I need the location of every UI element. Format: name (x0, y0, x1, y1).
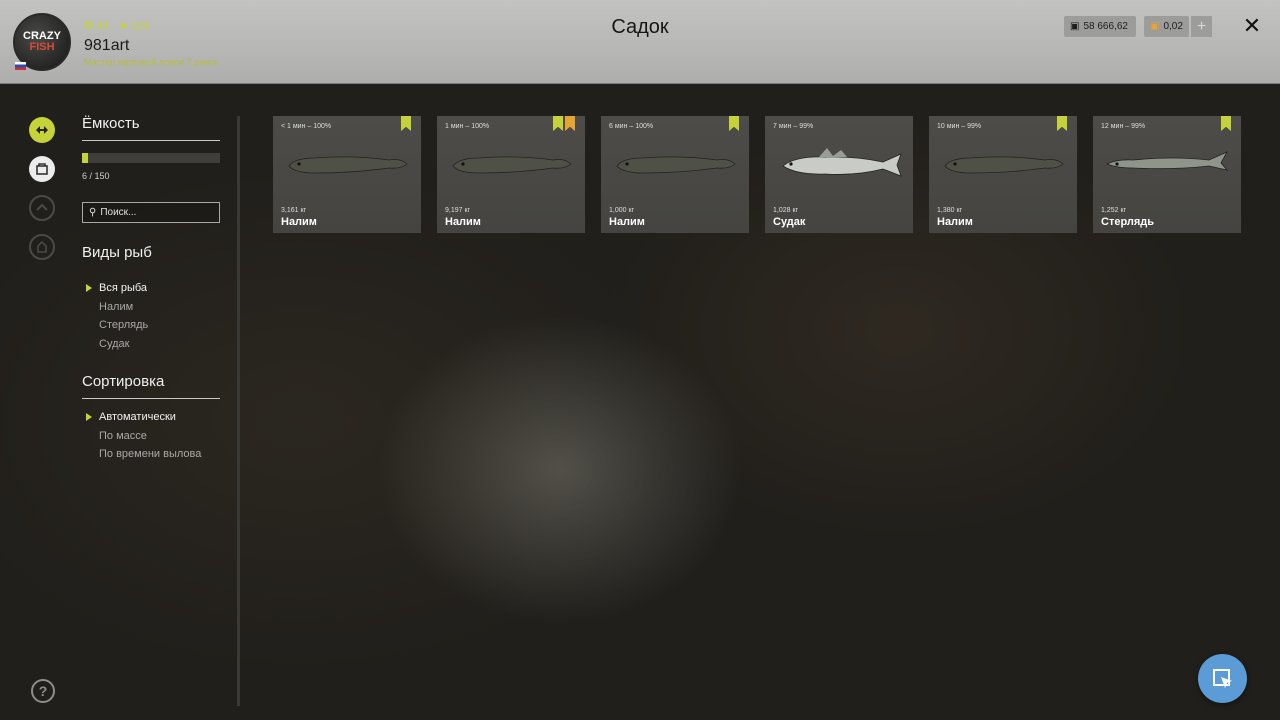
fish-weight: 3,161 кг (281, 207, 307, 214)
sort-divider (82, 398, 220, 399)
species-filter-label: Налим (99, 300, 134, 313)
sort-option-label: Автоматически (99, 411, 176, 423)
panel-divider (237, 116, 240, 706)
fish-name: Стерлядь (1101, 216, 1155, 228)
catch-time-freshness: 12 мин – 99% (1101, 123, 1146, 130)
burbot-image (944, 156, 1064, 174)
country-flag-icon (15, 62, 26, 70)
sort-option-label: По времени вылова (99, 448, 202, 461)
sterlet-image (1106, 151, 1229, 171)
catch-time-freshness: 10 мин – 99% (937, 123, 982, 130)
bookmark-icon[interactable] (553, 116, 563, 131)
fish-card[interactable]: < 1 мин – 100% 3,161 кг Налим (273, 116, 421, 233)
fish-weight: 9,197 кг (445, 207, 471, 214)
sort-heading: Сортировка (82, 373, 165, 390)
silver-coin-icon: ▣ (1070, 21, 1080, 32)
selected-arrow-icon (86, 413, 92, 421)
rank-icon[interactable] (29, 195, 55, 221)
close-button[interactable]: ✕ (1241, 14, 1263, 38)
logo-text-bottom: FISH (29, 41, 55, 53)
fish-name: Налим (609, 216, 645, 228)
add-currency-button[interactable]: + (1191, 16, 1212, 37)
top-bar: CRAZY FISH ✪ 49 ★ 124 981art Мастер карпов… (0, 0, 1280, 84)
species-filter-label: Стерлядь (99, 319, 149, 332)
search-input[interactable] (100, 207, 211, 218)
bookmark-icon[interactable] (1221, 116, 1231, 131)
species-filter-item[interactable]: Вся рыба (82, 279, 148, 298)
sort-option-item[interactable]: Автоматически (82, 408, 201, 427)
burbot-image (616, 156, 736, 174)
species-filter-item[interactable]: Стерлядь (82, 316, 148, 335)
cursor-mode-button[interactable] (1198, 654, 1247, 703)
capacity-count: 6 / 150 (82, 171, 110, 181)
bookmark-icon[interactable] (401, 116, 411, 131)
fish-name: Налим (937, 216, 973, 228)
username[interactable]: 981art (84, 37, 129, 55)
silver-value: 58 666,62 (1083, 21, 1128, 32)
catch-time-freshness: 6 мин – 100% (609, 123, 654, 130)
bookmark-icon[interactable] (1057, 116, 1067, 131)
catch-time-freshness: 7 мин – 99% (773, 123, 814, 130)
silver-balance: ▣ 58 666,62 (1064, 16, 1136, 37)
search-box[interactable]: ⚲ (82, 202, 220, 223)
fish-weight: 1,252 кг (1101, 207, 1127, 214)
catch-time-freshness: 1 мин – 100% (445, 123, 490, 130)
fish-card[interactable]: 6 мин – 100% 1,000 кг Налим (601, 116, 749, 233)
species-filter-label: Вся рыба (99, 282, 148, 294)
fish-weight: 1,380 кг (937, 207, 963, 214)
selected-arrow-icon (86, 284, 92, 292)
fish-card[interactable]: 10 мин – 99% 1,380 кг Налим (929, 116, 1077, 233)
burbot-image (452, 156, 572, 174)
species-filter-item[interactable]: Судак (82, 335, 148, 354)
sort-option-label: По массе (99, 429, 147, 442)
fish-weight: 1,028 кг (773, 207, 799, 214)
trophy-icon[interactable] (29, 234, 55, 260)
inventory-icon[interactable] (29, 156, 55, 182)
bookmark-icon[interactable] (729, 116, 739, 131)
gold-value: 0,02 (1163, 21, 1183, 32)
burbot-image (288, 156, 408, 174)
fish-keepnet-icon[interactable] (29, 117, 55, 143)
fish-card[interactable]: 7 мин – 99% 1,028 кг Судак (765, 116, 913, 233)
fish-card[interactable]: 12 мин – 99% 1,252 кг Стерлядь (1093, 116, 1241, 233)
capacity-divider (82, 140, 220, 141)
fish-card[interactable]: 1 мин – 100% 9,197 кг Налим (437, 116, 585, 233)
sort-options-list: Автоматически По массе По времени вылова (82, 408, 201, 464)
capacity-progress-bar (82, 153, 220, 163)
gold-balance: ▣ 0,02 (1144, 16, 1189, 37)
cursor-icon (1212, 668, 1232, 688)
fish-name: Налим (281, 216, 317, 228)
sort-option-item[interactable]: По времени вылова (82, 445, 201, 464)
trophy-bookmark-icon[interactable] (565, 116, 575, 131)
species-filter-label: Судак (99, 338, 130, 351)
capacity-progress-fill (82, 153, 88, 163)
help-icon[interactable]: ? (31, 679, 55, 703)
species-filter-list: Вся рыба Налим Стерлядь Судак (82, 279, 148, 354)
search-icon: ⚲ (89, 207, 97, 218)
zander-image (782, 148, 902, 177)
species-filter-item[interactable]: Налим (82, 298, 148, 317)
species-heading: Виды рыб (82, 244, 152, 261)
fish-weight: 1,000 кг (609, 207, 635, 214)
fish-name: Судак (773, 216, 806, 228)
gold-coin-icon: ▣ (1150, 21, 1160, 32)
sort-option-item[interactable]: По массе (82, 427, 201, 446)
player-rank: Мастер карповой ловли 7 ранга (84, 57, 218, 67)
capacity-heading: Ёмкость (82, 115, 140, 132)
fish-name: Налим (445, 216, 481, 228)
catch-time-freshness: < 1 мин – 100% (281, 123, 332, 130)
